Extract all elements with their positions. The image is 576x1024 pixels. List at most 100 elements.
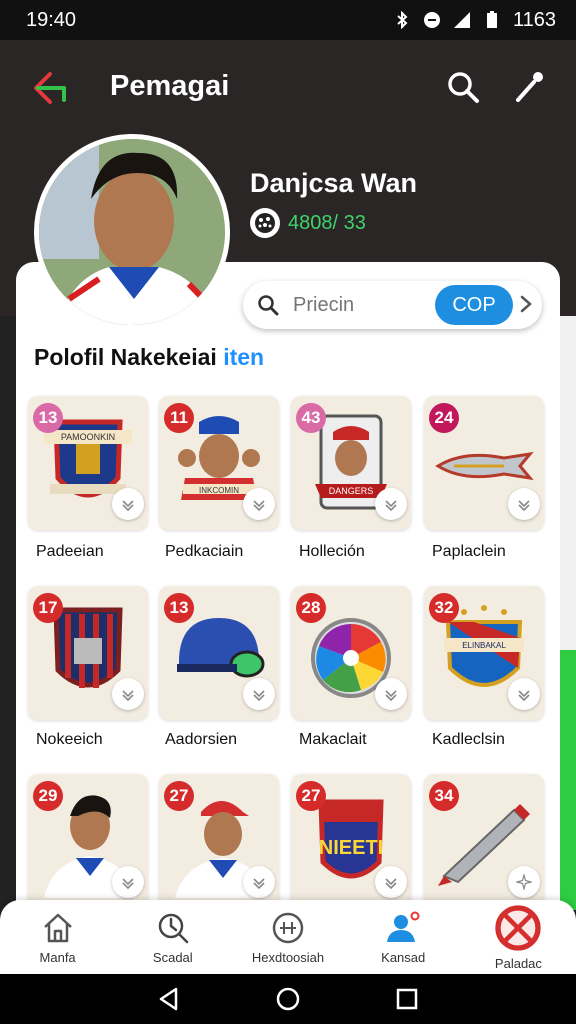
status-bar: 19:40 1163 xyxy=(0,0,576,40)
coin-balance: 4808/ 33 xyxy=(250,208,366,238)
item-label: Kadleclsin xyxy=(432,731,505,748)
chevron-right-icon[interactable] xyxy=(519,293,533,315)
expand-button[interactable] xyxy=(112,488,144,520)
chevron-down-icon xyxy=(253,690,265,702)
item-count-badge: 34 xyxy=(429,781,459,811)
chevron-down-icon xyxy=(122,878,134,890)
item-tile-8[interactable]: 32 ELINBAKAL xyxy=(424,586,544,720)
item-label: Aadorsien xyxy=(165,731,238,748)
emblem-text: NIEETI xyxy=(319,837,383,859)
sparkle-icon xyxy=(516,874,532,890)
expand-button[interactable] xyxy=(243,678,275,710)
back-triangle-icon[interactable] xyxy=(156,986,182,1012)
avatar-portrait xyxy=(39,139,225,325)
calculator-icon xyxy=(272,912,304,943)
item-label: Holleción xyxy=(299,543,365,560)
signal-icon xyxy=(453,12,470,28)
chevron-down-icon xyxy=(253,500,265,512)
avatar[interactable] xyxy=(34,134,230,330)
chevron-down-icon xyxy=(385,690,397,702)
back-arrow-icon[interactable] xyxy=(30,68,70,108)
status-time: 19:40 xyxy=(26,8,77,31)
chevron-down-icon xyxy=(253,878,265,890)
expand-button[interactable] xyxy=(243,488,275,520)
bluetooth-icon xyxy=(397,11,408,29)
nav-label: Hexdtoosiah xyxy=(251,949,325,965)
expand-button[interactable] xyxy=(508,866,540,898)
battery-level: 1163 xyxy=(512,8,556,31)
system-navigation-bar xyxy=(0,974,576,1024)
item-tile-11[interactable]: 27 NIEETI xyxy=(291,774,411,908)
badge-banner-text: DANGERS xyxy=(329,486,374,496)
item-label: Nokeeich xyxy=(36,731,103,748)
battery-icon xyxy=(486,11,497,28)
expand-button[interactable] xyxy=(508,678,540,710)
do-not-disturb-icon xyxy=(423,12,440,28)
expand-button[interactable] xyxy=(375,866,407,898)
user-icon xyxy=(387,911,420,942)
profile-name: Danjcsa Wan xyxy=(250,168,418,198)
item-tile-7[interactable]: 28 xyxy=(291,586,411,720)
chevron-down-icon xyxy=(385,500,397,512)
home-circle-icon[interactable] xyxy=(275,986,301,1012)
item-label: Pedkaciain xyxy=(165,543,244,560)
search-icon xyxy=(258,295,279,316)
item-label: Makaclait xyxy=(299,731,367,748)
item-count-badge: 11 xyxy=(164,403,194,433)
coin-icon xyxy=(250,208,280,238)
nav-item-paladac[interactable]: Paladac xyxy=(461,900,576,974)
item-tile-12[interactable]: 34 xyxy=(424,774,544,908)
item-label: Padeeian xyxy=(36,543,104,560)
blocked-icon xyxy=(495,904,542,951)
player-card-text: INKCOMIN xyxy=(199,486,239,495)
club-crest-text: ELINBAKAL xyxy=(462,641,506,650)
nav-label: Paladac xyxy=(494,955,542,971)
item-tile-5[interactable]: 17 xyxy=(28,586,148,720)
background-strip xyxy=(560,316,576,650)
expand-button[interactable] xyxy=(375,488,407,520)
chevron-down-icon xyxy=(122,690,134,702)
chevron-down-icon xyxy=(518,500,530,512)
page-title: Pemagai xyxy=(110,70,230,102)
expand-button[interactable] xyxy=(243,866,275,898)
item-tile-3[interactable]: 43 DANGERS xyxy=(291,396,411,530)
item-count-badge: 17 xyxy=(33,593,63,623)
nav-item-scadal[interactable]: Scadal xyxy=(115,900,230,974)
chevron-down-icon xyxy=(518,690,530,702)
item-count-badge: 43 xyxy=(296,403,326,433)
section-title: Polofil Nakekeiai iten xyxy=(34,344,264,371)
search-icon[interactable] xyxy=(446,70,480,104)
item-tile-9[interactable]: 29 xyxy=(28,774,148,908)
expand-button[interactable] xyxy=(375,678,407,710)
item-count-badge: 32 xyxy=(429,593,459,623)
edit-pen-icon[interactable] xyxy=(512,70,546,104)
search-history-icon xyxy=(158,913,189,943)
nav-label: Scadal xyxy=(152,949,193,965)
item-tile-2[interactable]: 11 INKCOMIN xyxy=(159,396,279,530)
nav-item-kansad[interactable]: Kansad xyxy=(346,900,461,974)
background-accent-strip xyxy=(560,650,576,910)
recents-square-icon[interactable] xyxy=(394,986,420,1012)
coin-value: 4808/ 33 xyxy=(288,211,366,234)
chevron-down-icon xyxy=(385,878,397,890)
expand-button[interactable] xyxy=(508,488,540,520)
item-tile-6[interactable]: 13 xyxy=(159,586,279,720)
status-icons: 1163 xyxy=(393,9,556,32)
expand-button[interactable] xyxy=(112,866,144,898)
search-input[interactable] xyxy=(293,293,423,317)
crest-text: PAMOONKIN xyxy=(61,432,115,442)
nav-label: Kansad xyxy=(381,949,426,965)
chevron-down-icon xyxy=(122,500,134,512)
item-count-badge: 24 xyxy=(429,403,459,433)
expand-button[interactable] xyxy=(112,678,144,710)
nav-item-home[interactable]: Manfa xyxy=(0,900,115,974)
item-count-badge: 13 xyxy=(33,403,63,433)
item-tile-4[interactable]: 24 xyxy=(424,396,544,530)
nav-item-hexdtoosiah[interactable]: Hexdtoosiah xyxy=(230,900,345,974)
item-count-badge: 27 xyxy=(296,781,326,811)
cop-button[interactable]: COP xyxy=(435,285,513,325)
section-title-accent: iten xyxy=(223,344,265,370)
bottom-navigation: Manfa Scadal Hexdtoosiah Kansad Paladac xyxy=(0,900,576,974)
item-tile-10[interactable]: 27 xyxy=(159,774,279,908)
item-tile-1[interactable]: 13 PAMOONKIN xyxy=(28,396,148,530)
